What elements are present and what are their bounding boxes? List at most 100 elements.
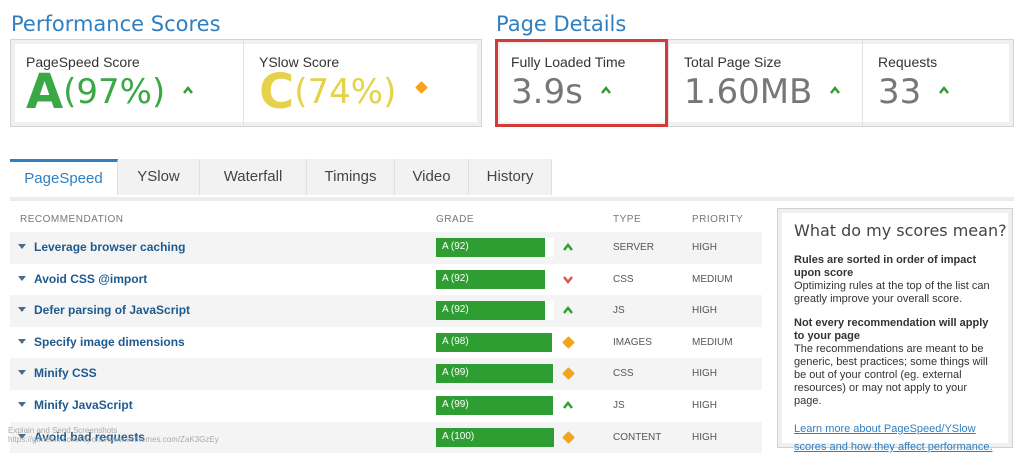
recommendation-type: IMAGES <box>613 336 652 348</box>
trend-up-icon <box>600 85 611 94</box>
grade-bar: A (98) <box>436 332 554 352</box>
expand-caret-icon[interactable] <box>18 338 26 344</box>
recommendation-priority: HIGH <box>692 399 717 411</box>
table-row[interactable]: Leverage browser caching A (92) SERVER HIGH <box>10 232 762 264</box>
expand-caret-icon[interactable] <box>18 370 26 376</box>
trend-unchanged-icon <box>562 335 575 349</box>
trend-up-icon <box>563 306 573 314</box>
yslow-score-value: C(74%) <box>259 64 483 120</box>
info-heading-sorted: Rules are sorted in order of impact upon… <box>794 254 977 279</box>
recommendations-table: RECOMMENDATION GRADE TYPE PRIORITY Lever… <box>10 208 762 454</box>
trend-unchanged-icon <box>415 81 429 94</box>
table-row[interactable]: Minify CSS A (99) CSS HIGH <box>10 358 762 390</box>
grade-bar: A (92) <box>436 301 554 321</box>
tab-timings[interactable]: Timings <box>307 159 395 195</box>
fully-loaded-time-card: Fully Loaded Time 3.9s <box>496 40 669 126</box>
table-row[interactable]: Minify JavaScript A (99) JS HIGH <box>10 389 762 422</box>
info-heading-not-every: Not every recommendation will apply to y… <box>794 317 989 342</box>
total-page-size-card: Total Page Size 1.60MB <box>669 40 863 126</box>
tab-pagespeed[interactable]: PageSpeed <box>10 159 118 195</box>
learn-more-link[interactable]: Learn more about PageSpeed/YSlow scores … <box>794 423 993 453</box>
recommendation-priority: HIGH <box>692 368 717 380</box>
table-row[interactable]: Avoid CSS @import A (92) CSS MEDIUM <box>10 263 762 296</box>
info-text-sorted: Optimizing rules at the top of the list … <box>794 280 990 305</box>
info-title: What do my scores mean? <box>794 221 1007 240</box>
header-priority: PRIORITY <box>692 214 744 225</box>
tab-yslow[interactable]: YSlow <box>118 159 200 195</box>
recommendation-priority: HIGH <box>692 431 717 443</box>
yslow-score-card: YSlow Score C(74%) <box>244 40 483 126</box>
recommendation-priority: HIGH <box>692 242 717 253</box>
recommendation-name[interactable]: Leverage browser caching <box>34 240 185 254</box>
table-row[interactable]: Defer parsing of JavaScript A (92) JS HIGH <box>10 295 762 327</box>
recommendation-name[interactable]: Defer parsing of JavaScript <box>34 303 190 317</box>
recommendation-type: JS <box>613 399 625 411</box>
trend-up-icon <box>563 400 573 409</box>
trend-down-icon <box>563 275 573 284</box>
grade-bar: A (99) <box>436 364 554 384</box>
trend-unchanged-icon <box>562 367 575 381</box>
pagespeed-score-value: A(97%) <box>26 64 243 120</box>
recommendation-type: CSS <box>613 273 634 285</box>
grade-bar: A (100) <box>436 427 554 447</box>
grade-bar: A (99) <box>436 395 554 415</box>
fully-loaded-time-number: 3.9s <box>511 72 583 112</box>
recommendation-type: JS <box>613 305 625 317</box>
page-details-panel: Fully Loaded Time 3.9s Total Page Size 1… <box>495 39 1014 127</box>
tab-history[interactable]: History <box>469 159 552 195</box>
recommendation-type: SERVER <box>613 242 654 253</box>
recommendation-priority: MEDIUM <box>692 336 733 348</box>
tab-video[interactable]: Video <box>395 159 469 195</box>
yslow-grade-letter: C <box>259 64 295 120</box>
yslow-score-percent: (74%) <box>294 72 397 112</box>
tab-waterfall[interactable]: Waterfall <box>200 159 307 195</box>
recommendation-name[interactable]: Minify CSS <box>34 366 97 380</box>
performance-scores-panel: PageSpeed Score A(97%) YSlow Score C(74%… <box>10 39 482 127</box>
recommendation-priority: MEDIUM <box>692 273 733 285</box>
total-page-size-value: 1.60MB <box>684 72 862 112</box>
requests-label: Requests <box>878 54 938 70</box>
fully-loaded-time-label: Fully Loaded Time <box>511 54 626 70</box>
trend-up-icon <box>939 85 950 94</box>
grade-label: A (92) <box>442 241 469 252</box>
page-details-title: Page Details <box>496 12 627 36</box>
expand-caret-icon[interactable] <box>18 244 26 249</box>
recommendation-name[interactable]: Minify JavaScript <box>34 398 133 412</box>
grade-label: A (99) <box>442 367 469 379</box>
pagespeed-grade-letter: A <box>26 64 64 120</box>
total-page-size-number: 1.60MB <box>684 72 813 112</box>
header-recommendation: RECOMMENDATION <box>20 214 124 225</box>
trend-up-icon <box>830 85 841 94</box>
watermark-line-2: https://gtmetrix.com/reports/www.ilothem… <box>8 435 219 444</box>
expand-caret-icon[interactable] <box>18 307 26 313</box>
table-header: RECOMMENDATION GRADE TYPE PRIORITY <box>10 208 762 232</box>
grade-label: A (92) <box>442 272 469 284</box>
info-text-not-every: The recommendations are meant to be gene… <box>794 343 988 407</box>
recommendation-name[interactable]: Specify image dimensions <box>34 335 185 349</box>
header-grade: GRADE <box>436 214 475 225</box>
trend-up-icon <box>183 85 194 94</box>
grade-label: A (100) <box>442 430 475 442</box>
grade-bar: A (92) <box>436 269 554 289</box>
total-page-size-label: Total Page Size <box>684 54 782 70</box>
screenshot-watermark: Explain and Send Screenshots https://gtm… <box>8 426 219 444</box>
trend-unchanged-icon <box>562 430 575 444</box>
pagespeed-score-percent: (97%) <box>63 72 166 112</box>
grade-label: A (92) <box>442 304 469 316</box>
recommendation-type: CONTENT <box>613 431 662 443</box>
expand-caret-icon[interactable] <box>18 401 26 407</box>
recommendation-priority: HIGH <box>692 305 717 317</box>
pagespeed-score-card: PageSpeed Score A(97%) <box>11 40 244 126</box>
watermark-line-1: Explain and Send Screenshots <box>8 426 118 435</box>
requests-number: 33 <box>878 72 922 112</box>
table-row[interactable]: Specify image dimensions A (98) IMAGES MEDI… <box>10 326 762 359</box>
requests-value: 33 <box>878 72 1015 112</box>
requests-card: Requests 33 <box>863 40 1015 126</box>
performance-scores-title: Performance Scores <box>11 12 221 36</box>
recommendation-name[interactable]: Avoid CSS @import <box>34 272 147 286</box>
grade-label: A (98) <box>442 335 469 347</box>
expand-caret-icon[interactable] <box>18 275 26 281</box>
grade-bar: A (92) <box>436 238 554 257</box>
report-tabs: PageSpeed YSlow Waterfall Timings Video … <box>10 159 1014 201</box>
table-body: Leverage browser caching A (92) SERVER HIGH… <box>10 232 762 454</box>
